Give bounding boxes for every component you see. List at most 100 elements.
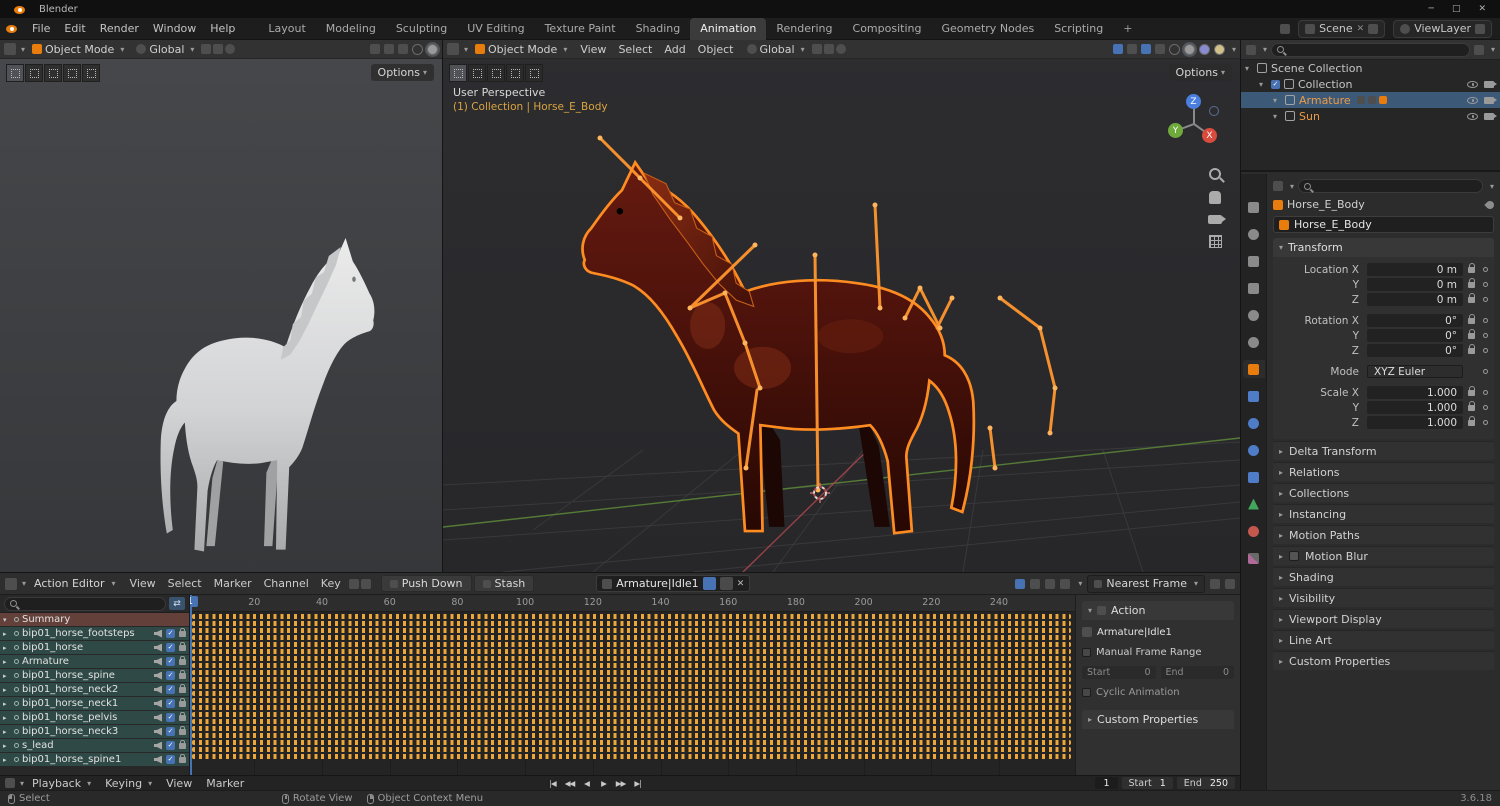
keyframe-row[interactable] <box>192 628 1071 633</box>
mute-icon[interactable] <box>154 756 162 764</box>
expand-icon[interactable] <box>3 728 11 736</box>
keyframe-row[interactable] <box>192 649 1071 654</box>
breadcrumb-object-name[interactable]: Horse_E_Body <box>1287 198 1365 211</box>
keyframe-row[interactable] <box>192 642 1071 647</box>
pin-icon[interactable] <box>14 743 19 748</box>
lock-icon[interactable] <box>1468 282 1475 288</box>
outliner-row[interactable]: ▾ ✓ Scene Collection <box>1241 60 1500 76</box>
object-tab[interactable] <box>1243 360 1265 378</box>
workspace-tab[interactable]: Scripting <box>1044 18 1113 40</box>
editor-type-icon[interactable] <box>4 43 16 55</box>
gizmo-x-axis[interactable]: X <box>1202 128 1217 143</box>
select-lasso-tool-button[interactable] <box>506 64 524 82</box>
channel-row[interactable]: bip01_horse ✓ <box>0 641 189 654</box>
expand-icon[interactable] <box>3 742 11 750</box>
pin-icon[interactable] <box>14 701 19 706</box>
world-tab[interactable] <box>1243 333 1265 351</box>
keyframe-row[interactable] <box>192 656 1071 661</box>
properties-section-header[interactable]: ▸ Collections <box>1273 483 1494 502</box>
keyframe-row[interactable] <box>192 705 1071 710</box>
snap-dropdown[interactable]: Nearest Frame▾ <box>1087 575 1205 593</box>
overlays-icon[interactable] <box>1141 44 1151 54</box>
transform-value-field[interactable]: 1.000 <box>1367 386 1463 399</box>
gizmo-z-axis[interactable]: Z <box>1186 94 1201 109</box>
minimize-button[interactable]: ─ <box>1429 4 1434 14</box>
animate-dot-icon[interactable] <box>1483 420 1488 425</box>
pin-icon[interactable] <box>14 673 19 678</box>
select-box-tool-button[interactable] <box>25 64 43 82</box>
keyframe-row[interactable] <box>192 726 1071 731</box>
lock-icon[interactable] <box>179 701 186 707</box>
properties-section-header[interactable]: ▸ Instancing <box>1273 504 1494 523</box>
particles-tab[interactable] <box>1243 414 1265 432</box>
add-workspace-button[interactable]: + <box>1113 18 1142 40</box>
dopesheet-menu-item[interactable]: Select <box>162 577 208 590</box>
keyframe-row[interactable] <box>192 663 1071 668</box>
scene-selector[interactable]: Scene ✕ <box>1298 20 1385 38</box>
viewlayer-selector[interactable]: ViewLayer <box>1393 20 1492 38</box>
expand-icon[interactable] <box>3 630 11 638</box>
outliner-row[interactable]: ▾ ✓ Sun <box>1241 108 1500 124</box>
only-selected-filter-icon[interactable] <box>1015 579 1025 589</box>
cyclic-animation-checkbox[interactable] <box>1082 688 1091 697</box>
navigation-gizmo[interactable]: Z Y X <box>1162 92 1226 156</box>
lock-icon[interactable] <box>179 687 186 693</box>
workspace-tab[interactable]: Animation <box>690 18 766 40</box>
pin-icon[interactable] <box>14 659 19 664</box>
scene-tab[interactable] <box>1243 306 1265 324</box>
cursor-tool-button[interactable] <box>82 64 100 82</box>
enable-checkbox[interactable]: ✓ <box>166 727 175 736</box>
orientation-dropdown[interactable]: Global▾ <box>131 40 199 59</box>
disable-render-icon[interactable] <box>1484 113 1494 120</box>
properties-editor-icon[interactable] <box>1273 181 1283 191</box>
action-panel-header[interactable]: ▾ Action <box>1082 601 1234 620</box>
properties-section-header[interactable]: ▸ Custom Properties <box>1273 651 1494 670</box>
enable-checkbox[interactable]: ✓ <box>166 643 175 652</box>
enable-checkbox[interactable]: ✓ <box>166 741 175 750</box>
pin-icon[interactable] <box>14 757 19 762</box>
keyframe-row[interactable] <box>192 747 1071 752</box>
timeline-view-menu[interactable]: View <box>160 777 198 790</box>
browse-action-icon[interactable] <box>602 579 612 589</box>
jump-end-button[interactable]: ▶| <box>630 777 645 789</box>
mute-icon[interactable] <box>154 672 162 680</box>
jump-start-button[interactable]: |◀ <box>545 777 560 789</box>
camera-view-icon[interactable] <box>1208 215 1222 224</box>
animate-dot-icon[interactable] <box>1483 333 1488 338</box>
viewport-menu-item[interactable]: Object <box>692 43 740 56</box>
lock-icon[interactable] <box>1468 318 1475 324</box>
mute-icon[interactable] <box>154 700 162 708</box>
snap-magnet-icon[interactable] <box>824 44 834 54</box>
menu-item[interactable]: Edit <box>57 18 92 40</box>
expand-icon[interactable] <box>3 658 11 666</box>
select-circle-tool-button[interactable] <box>44 64 62 82</box>
channel-row[interactable]: bip01_horse_neck1 ✓ <box>0 697 189 710</box>
cursor-tool-button[interactable] <box>525 64 543 82</box>
keyframe-row[interactable] <box>192 740 1071 745</box>
action-datablock-field[interactable]: Armature|Idle1 ✕ <box>596 575 750 592</box>
keyframe-row[interactable] <box>192 691 1071 696</box>
outliner-search-input[interactable] <box>1271 43 1470 57</box>
options-button-left[interactable]: Options▾ <box>371 64 434 81</box>
keying-dropdown[interactable]: Keying▾ <box>99 777 158 790</box>
prev-keyframe-button[interactable]: ◀◀ <box>562 777 577 789</box>
menu-item[interactable]: Render <box>93 18 146 40</box>
playback-dropdown[interactable]: Playback▾ <box>26 777 97 790</box>
shading-wireframe-icon[interactable] <box>1169 44 1180 55</box>
properties-section-header[interactable]: ▸ Motion Blur <box>1273 546 1494 565</box>
shading-rendered-icon[interactable] <box>1214 44 1225 55</box>
enable-checkbox[interactable]: ✓ <box>166 685 175 694</box>
fake-user-toggle[interactable] <box>703 577 716 590</box>
toggle-perspective-icon[interactable] <box>1209 235 1222 248</box>
channel-row[interactable]: Summary ✓ <box>0 613 189 626</box>
animate-dot-icon[interactable] <box>1483 369 1488 374</box>
properties-section-header[interactable]: ▸ Delta Transform <box>1273 441 1494 460</box>
select-circle-tool-button[interactable] <box>487 64 505 82</box>
channel-row[interactable]: bip01_horse_pelvis ✓ <box>0 711 189 724</box>
output-tab[interactable] <box>1243 252 1265 270</box>
filter-funnel-icon[interactable] <box>1060 579 1070 589</box>
enable-checkbox[interactable]: ✓ <box>166 657 175 666</box>
properties-section-header[interactable]: ▸ Shading <box>1273 567 1494 586</box>
expand-icon[interactable] <box>3 616 11 624</box>
snap-magnet-icon[interactable] <box>213 44 223 54</box>
